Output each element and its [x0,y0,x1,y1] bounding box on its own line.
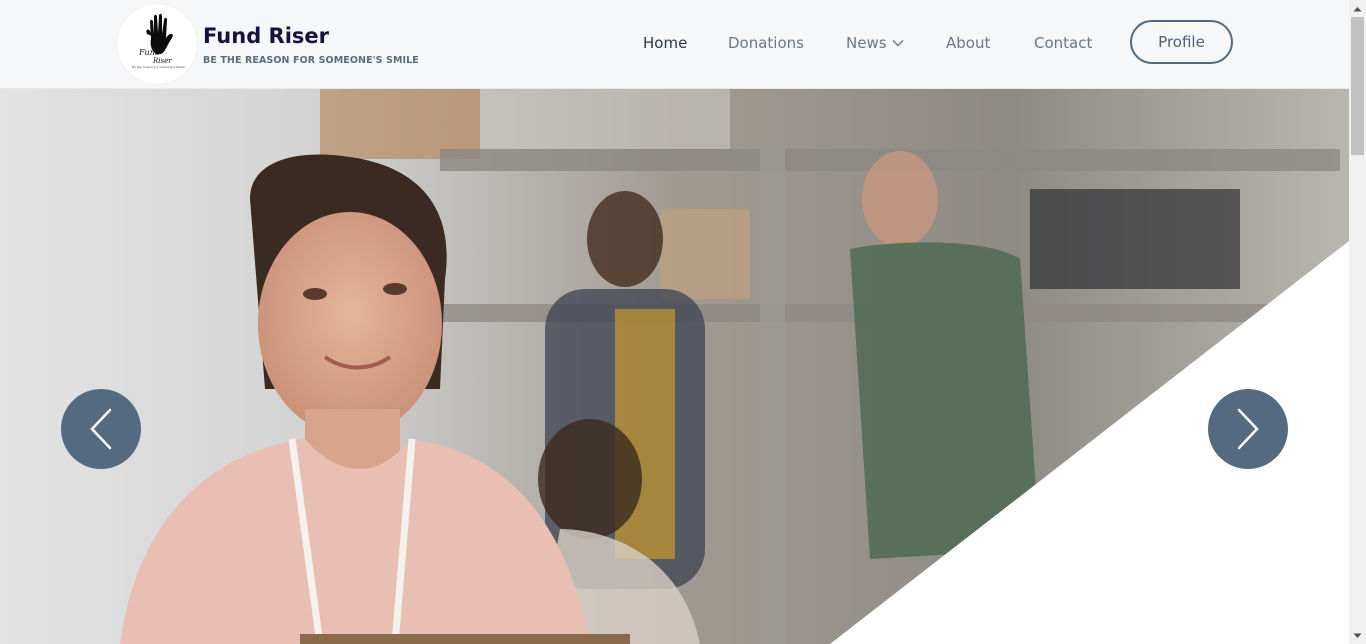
chevron-down-icon [892,39,904,47]
hero-photo [0,89,1349,644]
nav-about-label: About [946,34,991,52]
scroll-down-icon[interactable] [1349,627,1366,644]
nav-news-label: News [846,34,887,52]
nav-news[interactable]: News [846,34,904,52]
nav-contact-label: Contact [1034,34,1093,52]
chevron-left-icon [90,408,112,450]
hero-carousel [0,89,1349,644]
nav-about[interactable]: About [946,34,990,52]
brand-title[interactable]: Fund Riser [203,24,329,48]
carousel-next-button[interactable] [1208,389,1288,469]
logo[interactable] [117,4,197,84]
logo-text-riser: Riser [153,57,172,65]
nav-donations[interactable]: Donations [728,34,804,52]
scroll-up-icon[interactable] [1349,0,1366,17]
hand-logo-icon [146,13,173,54]
logo-text-slogan: Be the reason for someone's Smile [132,65,185,69]
profile-button[interactable]: Profile [1130,20,1233,64]
brand-tagline: BE THE REASON FOR SOMEONE'S SMILE [203,55,419,66]
site-header: Fund Riser Be the reason for someone's S… [0,0,1349,89]
chevron-right-icon [1237,408,1259,450]
scroll-thumb[interactable] [1351,17,1364,155]
nav-contact[interactable]: Contact [1034,34,1092,52]
carousel-prev-button[interactable] [61,389,141,469]
nav-home-label: Home [643,34,688,52]
page-scrollbar[interactable] [1349,0,1366,644]
nav-donations-label: Donations [728,34,804,52]
nav-home[interactable]: Home [643,34,687,52]
logo-text-fund: Fund [139,48,160,57]
